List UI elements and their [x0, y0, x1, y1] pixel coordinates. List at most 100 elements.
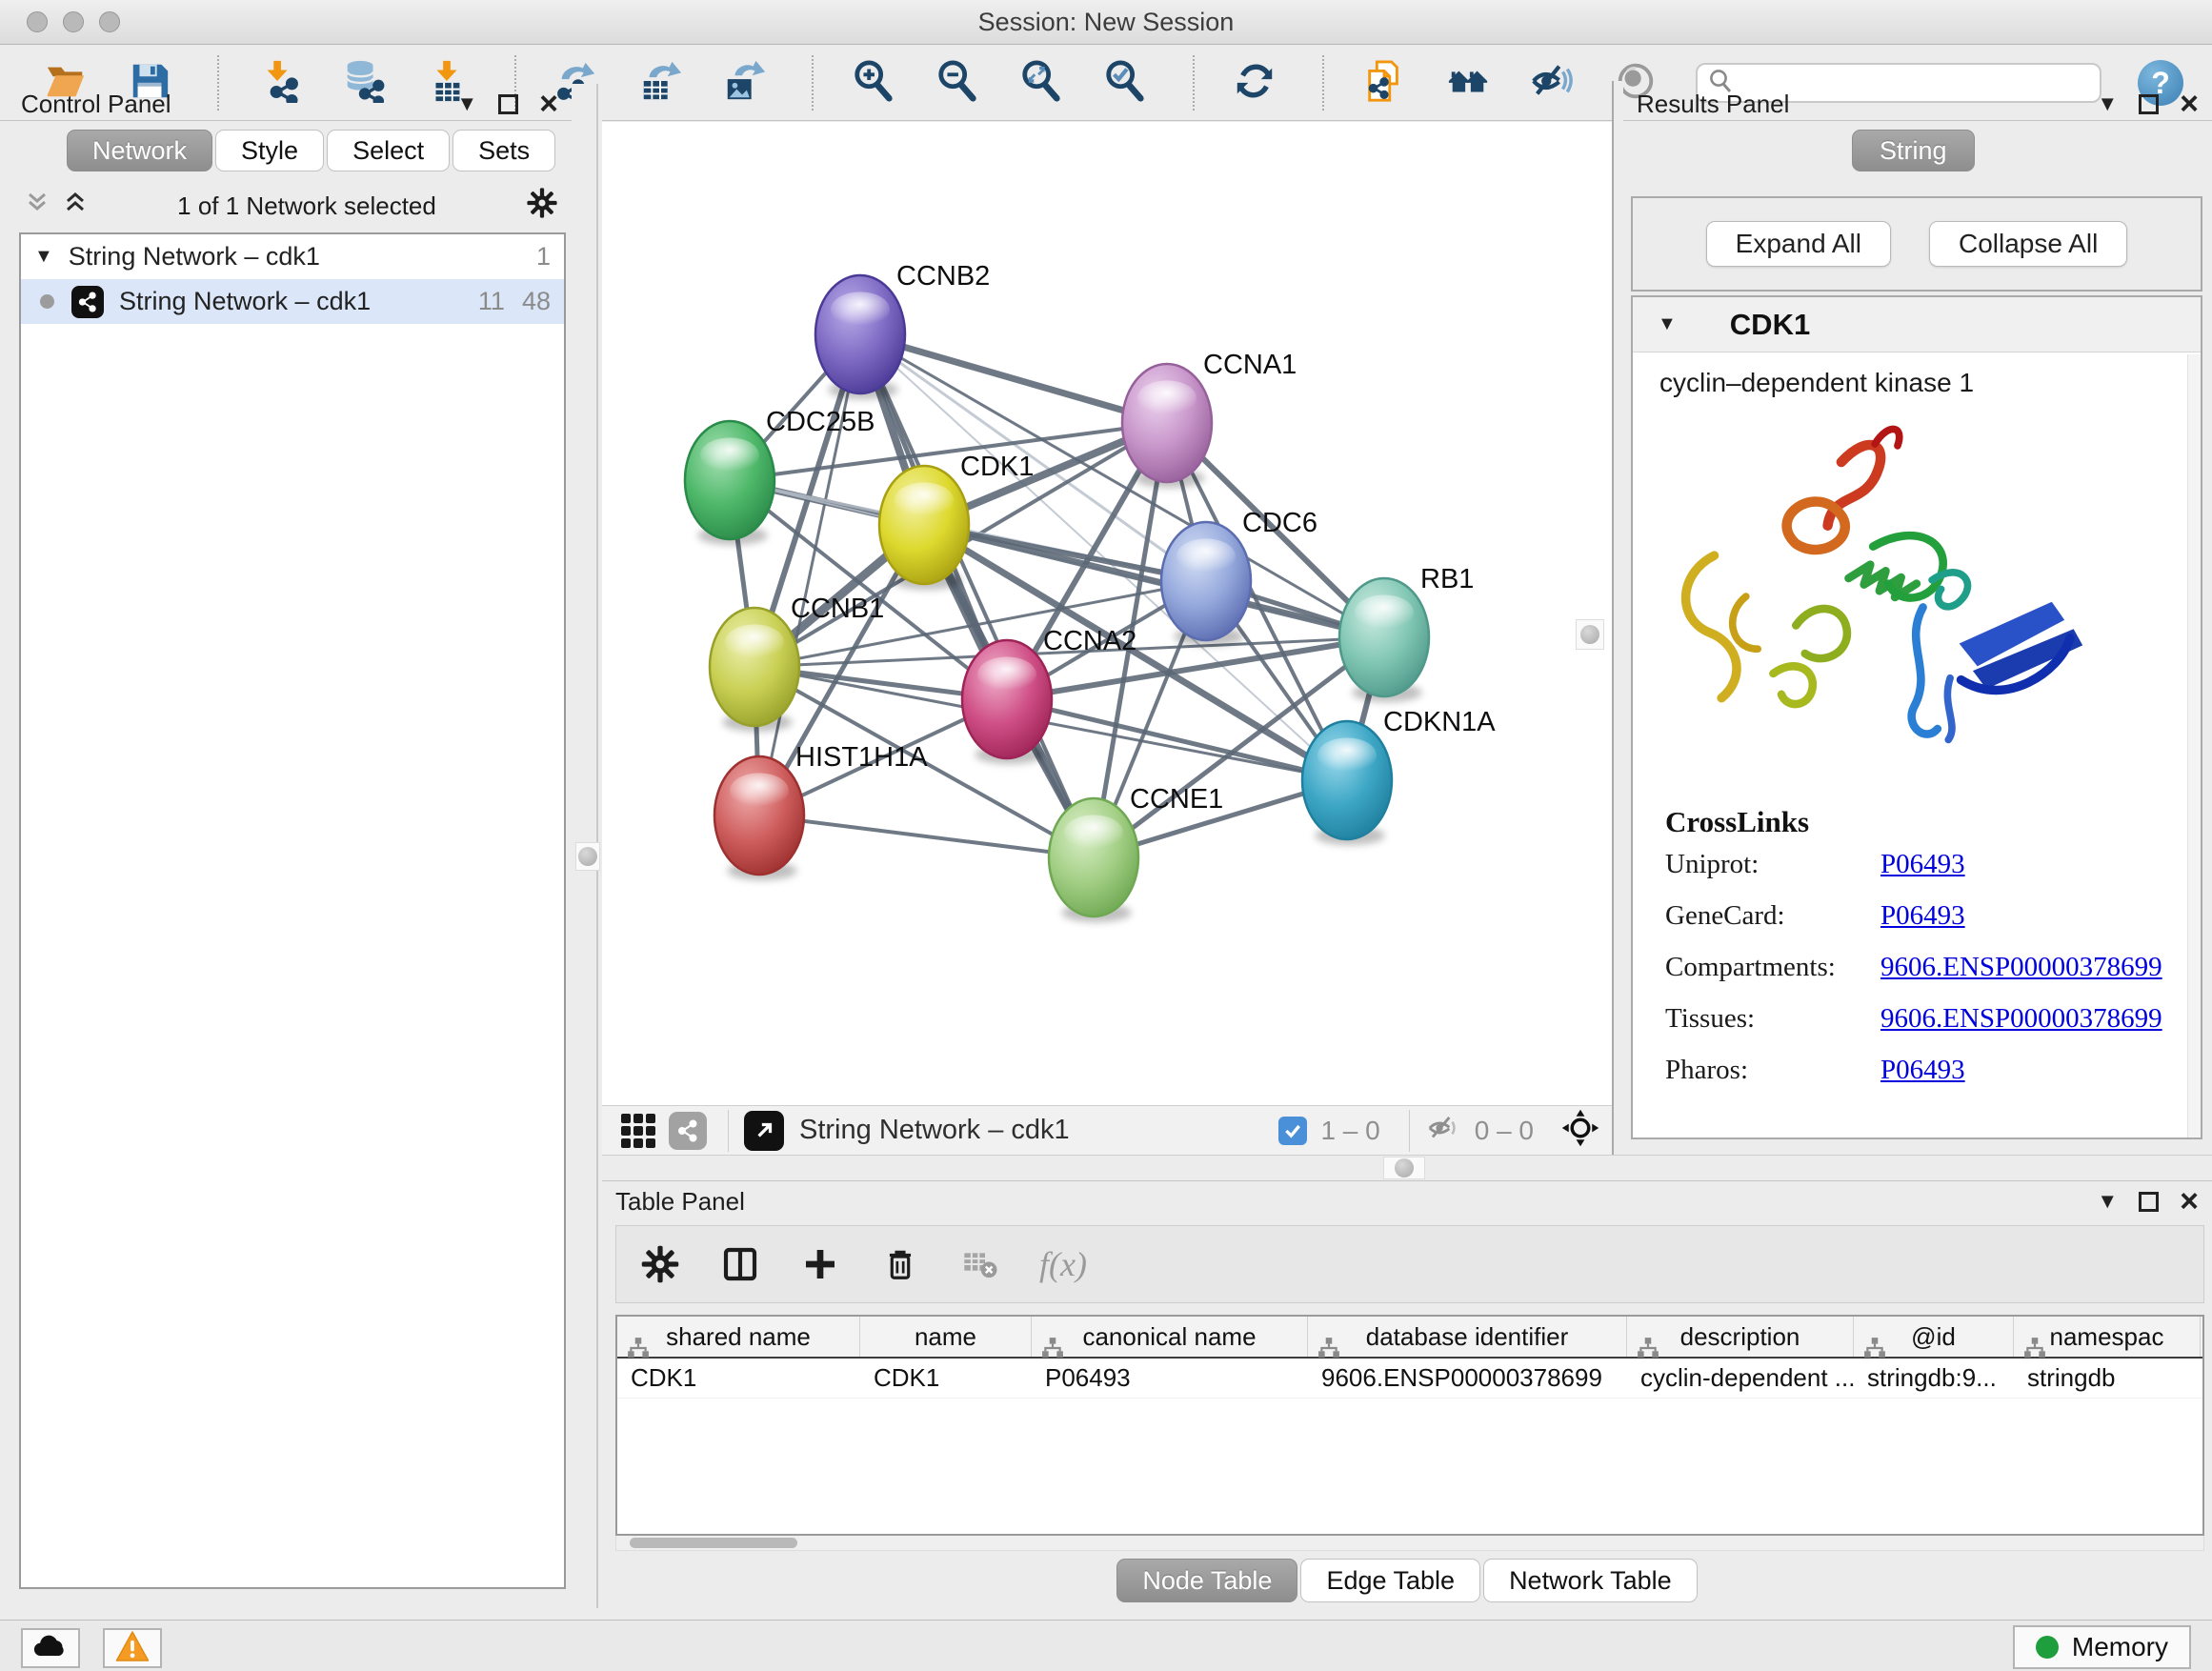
panel-close-button[interactable]: × [539, 94, 558, 113]
table-tabs: Node Table Edge Table Network Table [602, 1559, 2212, 1602]
panel-close-button[interactable]: × [2180, 94, 2199, 113]
titlebar: Session: New Session [0, 0, 2212, 45]
network-selection-status: 1 of 1 Network selected [88, 191, 526, 221]
string-view-icon[interactable] [669, 1112, 707, 1150]
panel-float-button[interactable] [2139, 94, 2159, 114]
column-header-canonical-name[interactable]: canonical name [1032, 1317, 1308, 1357]
table-cell[interactable]: CDK1 [617, 1359, 860, 1398]
table-cell[interactable]: 9606.ENSP00000378699 [1308, 1359, 1627, 1398]
protein-structure-image [1648, 406, 2201, 792]
refresh-view-button[interactable] [1231, 59, 1278, 107]
crosslink-row: Tissues:9606.ENSP00000378699 [1665, 1003, 2201, 1055]
gene-symbol: CDK1 [1730, 308, 1810, 342]
column-header-description[interactable]: description [1627, 1317, 1854, 1357]
network-row[interactable]: String Network – cdk1 11 48 [21, 279, 564, 324]
birds-eye-view-icon[interactable] [1560, 1108, 1600, 1153]
export-table-button[interactable] [636, 59, 684, 107]
network-edge-CCNB2-CCNE1[interactable] [860, 334, 1094, 857]
node-table[interactable]: shared namenamecanonical namedatabase id… [615, 1315, 2204, 1536]
table-horizontal-scrollbar[interactable] [615, 1536, 2204, 1551]
first-neighbors-button[interactable] [1444, 59, 1492, 107]
zoom-in-button[interactable] [850, 59, 897, 107]
copy-network-document-icon [1362, 59, 1406, 108]
network-node-CDC25B[interactable]: CDC25B [685, 407, 875, 545]
gene-expand-icon[interactable]: ▼ [1658, 313, 1677, 335]
panel-menu-button[interactable]: ▼ [456, 91, 477, 116]
tab-sets[interactable]: Sets [452, 130, 555, 171]
crosslink-value-link[interactable]: P06493 [1880, 900, 1965, 932]
collapse-all-networks-icon[interactable] [25, 191, 50, 222]
table-cell[interactable]: P06493 [1032, 1359, 1308, 1398]
warning-status-button[interactable] [103, 1628, 162, 1668]
tab-edge-table[interactable]: Edge Table [1300, 1559, 1480, 1602]
node-label-CDC25B: CDC25B [766, 407, 875, 437]
network-options-gear-icon[interactable] [526, 187, 558, 226]
export-image-button[interactable] [720, 59, 768, 107]
expand-all-networks-icon[interactable] [63, 191, 88, 222]
horizontal-splitter-handle[interactable] [1383, 1157, 1425, 1179]
crosslink-value-link[interactable]: P06493 [1880, 849, 1965, 880]
delete-column-icon[interactable] [879, 1243, 921, 1285]
tab-network[interactable]: Network [67, 130, 212, 171]
network-edge-CCNB2-CCNA1[interactable] [860, 334, 1167, 423]
panel-menu-button[interactable]: ▼ [2097, 1189, 2118, 1214]
zoom-fit-button[interactable] [1017, 59, 1065, 107]
column-header-@id[interactable]: @id [1854, 1317, 2014, 1357]
network-view-canvas[interactable]: CCNB2CCNA1CDC25BCDK1CDC6RB1CCNB1CCNA2CDK… [602, 122, 1612, 1105]
network-node-CCNE1[interactable]: CCNE1 [1049, 784, 1223, 922]
tab-string[interactable]: String [1852, 130, 1975, 171]
panel-menu-button[interactable]: ▼ [2097, 91, 2118, 116]
copy-style-button[interactable] [1360, 59, 1408, 107]
panel-float-button[interactable] [2139, 1192, 2159, 1212]
column-header-database-identifier[interactable]: database identifier [1308, 1317, 1627, 1357]
crosslink-label: Pharos: [1665, 1055, 1880, 1086]
network-node-HIST1H1A[interactable]: HIST1H1A [714, 742, 928, 880]
control-panel: Control Panel ▼ × Network Style Select S… [8, 84, 572, 1604]
panel-close-button[interactable]: × [2180, 1192, 2199, 1211]
network-collection-row[interactable]: ▼ String Network – cdk1 1 [21, 234, 564, 279]
zoom-out-button[interactable] [934, 59, 981, 107]
results-scrollbar[interactable] [2187, 354, 2201, 1137]
right-splitter[interactable] [1612, 81, 1623, 1155]
table-cell[interactable]: stringdb:9... [1854, 1359, 2014, 1398]
table-row[interactable]: CDK1CDK1P064939606.ENSP00000378699cyclin… [617, 1359, 2202, 1399]
tab-node-table[interactable]: Node Table [1116, 1559, 1297, 1602]
show-columns-icon[interactable] [719, 1243, 761, 1285]
memory-button[interactable]: Memory [2013, 1625, 2191, 1669]
zoom-selected-button[interactable] [1101, 59, 1149, 107]
tab-style[interactable]: Style [215, 130, 324, 171]
selected-checkbox-icon[interactable] [1278, 1117, 1307, 1145]
gene-header-row[interactable]: ▼ CDK1 [1633, 297, 2201, 352]
right-splitter-handle[interactable] [1576, 619, 1604, 650]
string-network-icon [71, 286, 104, 318]
crosslink-value-link[interactable]: 9606.ENSP00000378699 [1880, 1003, 2162, 1035]
node-label-HIST1H1A: HIST1H1A [795, 742, 928, 773]
expand-all-button[interactable]: Expand All [1706, 221, 1891, 267]
tab-network-table[interactable]: Network Table [1483, 1559, 1698, 1602]
left-splitter-handle[interactable] [575, 842, 600, 871]
crosslink-value-link[interactable]: 9606.ENSP00000378699 [1880, 952, 2162, 983]
table-cell[interactable]: cyclin-dependent ... [1627, 1359, 1854, 1398]
tab-select[interactable]: Select [327, 130, 450, 171]
column-header-shared-name[interactable]: shared name [617, 1317, 860, 1357]
crosslink-value-link[interactable]: P06493 [1880, 1055, 1965, 1086]
column-header-namespac[interactable]: namespac [2014, 1317, 2201, 1357]
table-options-gear-icon[interactable] [639, 1243, 681, 1285]
network-node-CDKN1A[interactable]: CDKN1A [1302, 707, 1496, 845]
cloud-status-button[interactable] [21, 1628, 80, 1668]
table-cell[interactable]: CDK1 [860, 1359, 1032, 1398]
network-edge-HIST1H1A-CCNE1[interactable] [759, 815, 1094, 857]
collapse-all-button[interactable]: Collapse All [1929, 221, 2127, 267]
table-cell[interactable]: stringdb [2014, 1359, 2201, 1398]
add-column-icon[interactable] [799, 1243, 841, 1285]
detach-view-icon[interactable] [744, 1111, 784, 1151]
grid-view-icon[interactable] [621, 1114, 655, 1148]
node-label-CDK1: CDK1 [960, 452, 1034, 482]
network-node-RB1[interactable]: RB1 [1339, 564, 1474, 702]
collection-expand-icon[interactable]: ▼ [34, 246, 53, 268]
panel-float-button[interactable] [498, 94, 518, 114]
hide-selected-button[interactable] [1528, 59, 1576, 107]
scrollbar-thumb[interactable] [630, 1538, 797, 1548]
network-node-CCNB2[interactable]: CCNB2 [815, 261, 990, 399]
column-header-name[interactable]: name [860, 1317, 1032, 1357]
